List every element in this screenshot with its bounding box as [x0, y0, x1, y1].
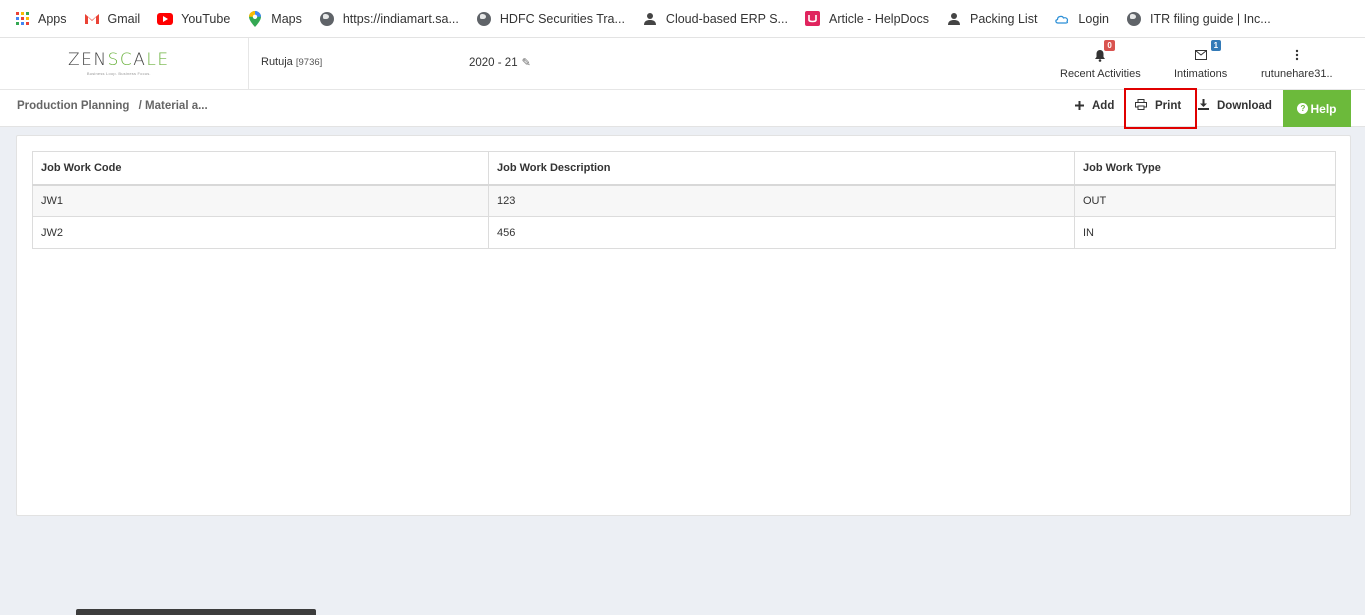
job-work-table: Job Work Code Job Work Description Job W… — [32, 151, 1336, 249]
bookmark-gmail[interactable]: Gmail — [84, 11, 141, 27]
user-icon — [642, 11, 658, 27]
maps-pin-icon — [247, 10, 263, 27]
bookmark-itr[interactable]: ITR filing guide | Inc... — [1126, 11, 1271, 27]
app-header: ZENSCALE Business Loop. Business Focus. … — [0, 38, 1365, 90]
plus-icon — [1075, 99, 1084, 113]
bookmark-label: Login — [1078, 11, 1110, 26]
content-panel: Job Work Code Job Work Description Job W… — [16, 135, 1351, 516]
logo-text: ZENSCALE — [68, 50, 170, 70]
bookmark-label: Article - HelpDocs — [828, 11, 930, 26]
fiscal-year[interactable]: 2020 - 21 ✎ — [469, 56, 531, 70]
bookmark-label: Packing List — [970, 11, 1038, 26]
cloud-icon — [1054, 11, 1070, 27]
user-code: [9736] — [295, 57, 323, 68]
bookmark-hdfc[interactable]: HDFC Securities Tra... — [476, 11, 625, 27]
download-label: Download — [1217, 100, 1272, 112]
table-row[interactable]: JW1 123 OUT — [32, 184, 1336, 217]
globe-icon — [476, 11, 492, 27]
help-button[interactable]: ? Help — [1283, 90, 1351, 127]
logo-tagline: Business Loop. Business Focus. — [86, 71, 151, 76]
user-icon — [946, 11, 962, 27]
cell-type: OUT — [1074, 184, 1336, 217]
breadcrumb-current: / Material a... — [138, 100, 208, 112]
help-label: Help — [1310, 101, 1337, 116]
recent-activities[interactable]: 0 Recent Activities — [1060, 40, 1141, 80]
bookmark-label: ITR filing guide | Inc... — [1150, 11, 1271, 26]
cell-description: 456 — [488, 216, 1075, 249]
bookmark-label: Apps — [38, 11, 67, 26]
print-highlight-box — [1124, 88, 1197, 129]
fiscal-year-label: 2020 - 21 — [469, 56, 518, 69]
account-label: rutunehare31.. — [1261, 68, 1333, 80]
download-button[interactable]: Download — [1198, 99, 1272, 113]
bookmark-label: https://indiamart.sa... — [342, 11, 459, 26]
bookmarks-bar: Apps Gmail YouTube Maps https://indiamar… — [0, 0, 1365, 38]
add-button[interactable]: Add — [1075, 99, 1114, 113]
zenscale-logo[interactable]: ZENSCALE Business Loop. Business Focus. — [68, 50, 170, 76]
globe-icon — [319, 11, 335, 27]
kebab-menu-icon — [1295, 46, 1299, 64]
bell-icon: 0 — [1094, 40, 1115, 64]
column-header-description[interactable]: Job Work Description — [488, 151, 1075, 186]
bookmark-youtube[interactable]: YouTube — [157, 11, 230, 27]
bookmark-label: YouTube — [181, 11, 231, 26]
cell-type: IN — [1074, 216, 1336, 249]
cell-code: JW2 — [32, 216, 489, 249]
envelope-icon: 1 — [1194, 40, 1222, 64]
bookmark-label: Maps — [271, 11, 302, 26]
edit-icon[interactable]: ✎ — [522, 56, 531, 69]
globe-icon — [1126, 11, 1142, 27]
header-divider — [248, 38, 249, 90]
bookmark-label: Cloud-based ERP S... — [665, 11, 788, 26]
gmail-icon — [84, 11, 100, 27]
intimations[interactable]: 1 Intimations — [1174, 40, 1228, 80]
bookmark-label: Gmail — [107, 11, 141, 26]
bookmark-indiamart[interactable]: https://indiamart.sa... — [319, 11, 459, 27]
column-header-type[interactable]: Job Work Type — [1074, 151, 1336, 186]
breadcrumb-root[interactable]: Production Planning — [17, 100, 129, 112]
helpdocs-icon — [805, 11, 821, 27]
breadcrumb: Production Planning / Material a... — [17, 100, 208, 112]
apps-grid-icon — [14, 11, 30, 27]
download-icon — [1198, 99, 1209, 113]
bookmark-login[interactable]: Login — [1054, 11, 1109, 27]
add-label: Add — [1092, 100, 1115, 112]
column-header-code[interactable]: Job Work Code — [32, 151, 489, 186]
intimations-badge: 1 — [1210, 40, 1222, 51]
account-menu[interactable]: rutunehare31.. — [1261, 46, 1333, 80]
taskbar-tab[interactable] — [76, 609, 316, 615]
bookmark-packing-list[interactable]: Packing List — [946, 11, 1037, 27]
table-header-row: Job Work Code Job Work Description Job W… — [32, 151, 1336, 186]
cell-description: 123 — [488, 184, 1075, 217]
cell-code: JW1 — [32, 184, 489, 217]
bookmark-label: HDFC Securities Tra... — [499, 11, 625, 26]
question-circle-icon: ? — [1297, 103, 1309, 114]
bookmark-maps[interactable]: Maps — [247, 10, 302, 27]
user-name: Rutuja — [261, 56, 293, 68]
bookmark-cloud-erp[interactable]: Cloud-based ERP S... — [642, 11, 788, 27]
intimations-label: Intimations — [1174, 68, 1228, 80]
bookmark-helpdocs[interactable]: Article - HelpDocs — [805, 11, 929, 27]
bookmark-apps[interactable]: Apps — [14, 11, 67, 27]
recent-activities-label: Recent Activities — [1060, 68, 1141, 80]
youtube-icon — [157, 11, 174, 27]
recent-activities-badge: 0 — [1104, 40, 1115, 51]
table-row[interactable]: JW2 456 IN — [32, 216, 1336, 249]
user-info: Rutuja [9736] — [261, 56, 322, 68]
